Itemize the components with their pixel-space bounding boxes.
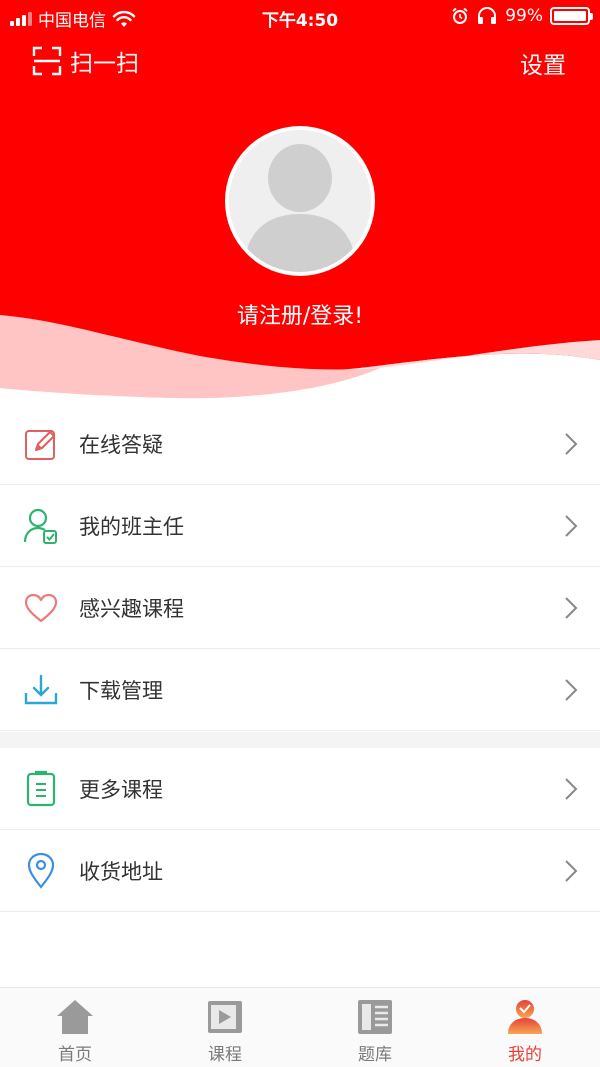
headphones-icon: [478, 7, 497, 24]
location-pin-icon: [27, 852, 55, 889]
download-icon: [24, 674, 58, 704]
profile-icon: [508, 1000, 542, 1034]
login-prompt[interactable]: 请注册/登录!: [0, 298, 600, 330]
scan-icon: [32, 46, 62, 76]
chevron-right-icon: [565, 778, 578, 800]
menu-item-head-teacher[interactable]: 我的班主任: [0, 485, 600, 567]
menu-item-label: 下载管理: [79, 678, 163, 703]
battery-icon: [550, 7, 593, 25]
menu-item-label: 在线答疑: [79, 432, 163, 457]
edit-icon: [25, 429, 55, 460]
chevron-right-icon: [565, 515, 578, 537]
tab-label: 课程: [208, 1045, 242, 1065]
question-bank-icon: [358, 1000, 392, 1034]
menu-group-primary: 在线答疑 我的班主任 感兴趣课程 下载管理: [0, 403, 600, 731]
scan-label: 扫一扫: [70, 51, 139, 77]
chevron-right-icon: [565, 433, 578, 455]
tab-label: 我的: [508, 1045, 542, 1065]
video-icon: [208, 1001, 242, 1033]
alarm-icon: [452, 7, 468, 24]
status-bar: 中国电信 下午4:50 99%: [0, 0, 600, 34]
tab-mine[interactable]: 我的: [450, 988, 600, 1067]
menu-item-shipping-address[interactable]: 收货地址: [0, 830, 600, 912]
menu-group-secondary: 更多课程 收货地址: [0, 748, 600, 912]
avatar[interactable]: [225, 126, 375, 276]
scan-button[interactable]: 扫一扫: [32, 44, 139, 78]
menu-item-label: 收货地址: [79, 859, 163, 884]
menu-item-label: 我的班主任: [79, 514, 184, 539]
settings-button[interactable]: 设置: [520, 46, 566, 80]
profile-header: 中国电信 下午4:50 99% 扫一扫 设置 请注册/登录!: [0, 0, 600, 400]
tab-label: 题库: [358, 1045, 392, 1065]
menu-item-download-management[interactable]: 下载管理: [0, 649, 600, 731]
home-icon: [57, 1000, 93, 1034]
section-divider: [0, 732, 600, 748]
menu-item-online-qa[interactable]: 在线答疑: [0, 403, 600, 485]
default-avatar-icon: [229, 130, 371, 272]
menu-item-interested-courses[interactable]: 感兴趣课程: [0, 567, 600, 649]
menu-item-label: 更多课程: [79, 777, 163, 802]
tab-courses[interactable]: 课程: [150, 988, 300, 1067]
tab-home[interactable]: 首页: [0, 988, 150, 1067]
tab-label: 首页: [58, 1045, 92, 1065]
menu-item-label: 感兴趣课程: [79, 596, 184, 621]
chevron-right-icon: [565, 860, 578, 882]
head-teacher-icon: [23, 508, 57, 544]
tab-question-bank[interactable]: 题库: [300, 988, 450, 1067]
bottom-tab-bar: 首页 课程 题库 我的: [0, 987, 600, 1067]
chevron-right-icon: [565, 679, 578, 701]
menu-item-more-courses[interactable]: 更多课程: [0, 748, 600, 830]
battery-percent: 99%: [505, 6, 543, 26]
heart-icon: [24, 593, 58, 622]
chevron-right-icon: [565, 597, 578, 619]
clipboard-icon: [26, 770, 56, 806]
